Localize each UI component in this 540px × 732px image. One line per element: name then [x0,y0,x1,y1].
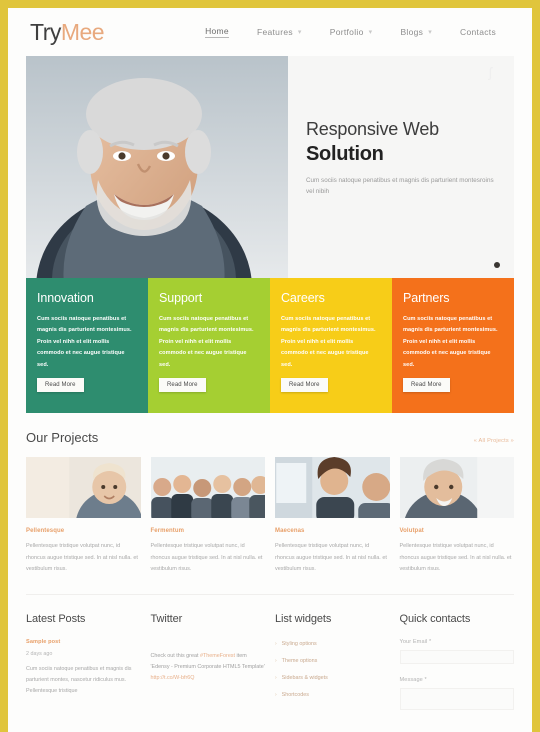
project-description: Pellentesque tristique volutpat nunc, id… [150,543,263,573]
hero-heading-bold: Solution [306,142,384,165]
hero-paragraph: Cum sociis natoque penatibus et magnis d… [306,176,494,196]
feature-title: Support [159,291,203,305]
tweet-hashtag[interactable]: #ThemeForest [200,653,235,659]
project-thumbnail[interactable] [150,457,265,518]
hero-photo [26,56,288,278]
main-navigation: Home Features ▾ Portfolio ▾ Blogs ▾ Cont… [191,26,510,38]
nav-item-home[interactable]: Home [191,26,243,38]
feature-card-innovation: Innovation Cum sociis natoque penatibus … [26,278,148,413]
list-item-label: Styling options [281,640,317,647]
read-more-button[interactable]: Read More [403,378,450,392]
logo-text-primary: Try [30,18,61,45]
project-thumbnail[interactable] [399,457,514,518]
project-title: Pellentesque [26,528,65,534]
email-field-label: Your Email * [399,638,432,645]
tweet-item: Check out this great #ThemeForest item '… [151,639,266,684]
nav-label: Features [256,27,293,37]
feature-title: Partners [403,291,450,305]
footer-column-quick-contacts: Quick contacts Your Email * Message * [399,612,514,723]
arrow-right-icon: › [275,640,277,647]
email-field[interactable] [399,649,514,664]
list-item-label: Shortcodes [281,691,309,698]
projects-grid: Pellentesque Pellentesque tristique volu… [26,457,514,576]
nav-item-features[interactable]: Features ▾ [243,27,316,37]
hero-heading-light: Responsive Web [306,119,439,139]
hero-text-block: Responsive Web Solution Cum sociis natoq… [306,118,514,198]
project-description: Pellentesque tristique volutpat nunc, id… [275,543,387,573]
slider-pagination-dot[interactable] [494,262,500,268]
feature-card-partners: Partners Cum sociis natoque penatibus et… [392,278,514,413]
footer-column-list-widgets: List widgets › Styling options › Theme o… [275,613,390,723]
list-item[interactable]: › Sidebars & widgets [275,675,390,692]
project-card[interactable]: Pellentesque Pellentesque tristique volu… [26,457,141,576]
site-header: TryMee Home Features ▾ Portfolio ▾ Blogs… [8,8,532,56]
project-card[interactable]: Maecenas Pellentesque tristique volutpat… [275,457,390,576]
nav-item-contacts[interactable]: Contacts [446,27,510,37]
read-more-button[interactable]: Read More [281,378,328,392]
nav-item-portfolio[interactable]: Portfolio ▾ [316,27,387,37]
project-title: Volutpat [399,528,424,534]
feature-text: Cum sociis natoque penatibus et magnis d… [37,316,132,368]
footer-heading-twitter: Twitter [150,612,183,625]
project-title: Maecenas [275,528,305,534]
tweet-link[interactable]: http://t.co/W-bfr6Q [151,675,195,681]
project-card[interactable]: Fermentum Pellentesque tristique volutpa… [150,457,265,576]
project-description: Pellentesque tristique volutpat nunc, id… [399,543,512,573]
chevron-down-icon: ▾ [428,29,433,36]
latest-post-title[interactable]: Sample post [26,639,141,645]
footer-heading-list-widgets: List widgets [275,612,332,625]
projects-header: Our Projects « All Projects » [26,430,514,457]
project-description: Pellentesque tristique volutpat nunc, id… [26,543,138,573]
list-item[interactable]: › Shortcodes [275,692,390,709]
slider-decoration-icon: ʃ [488,64,492,80]
nav-label: Contacts [460,27,496,37]
feature-title: Careers [281,291,325,305]
latest-post-meta: 2 days ago [26,650,53,657]
feature-title: Innovation [37,291,94,305]
footer-column-latest-posts: Latest Posts Sample post 2 days ago Cum … [26,613,141,723]
nav-label: Portfolio [329,27,364,37]
latest-post-body: Cum sociis natoque penatibus et magnis d… [26,665,132,694]
message-field[interactable] [399,687,514,710]
read-more-button[interactable]: Read More [159,378,206,392]
list-item[interactable]: › Theme options [275,658,390,675]
projects-section: Our Projects « All Projects » Pellentesq… [26,413,514,576]
list-item[interactable]: › Styling options [275,641,390,658]
read-more-button[interactable]: Read More [37,378,84,392]
list-item-label: Sidebars & widgets [281,674,328,681]
page-container: TryMee Home Features ▾ Portfolio ▾ Blogs… [8,8,532,732]
message-field-label: Message * [399,676,427,683]
project-thumbnail[interactable] [26,457,141,518]
nav-item-blogs[interactable]: Blogs ▾ [386,27,446,37]
feature-card-careers: Careers Cum sociis natoque penatibus et … [270,278,392,413]
site-logo[interactable]: TryMee [30,18,105,46]
arrow-right-icon: › [275,691,277,698]
project-thumbnail[interactable] [275,457,390,518]
list-widget-items: › Styling options › Theme options › Side… [275,639,390,709]
chevron-down-icon: ▾ [368,29,373,36]
feature-text: Cum sociis natoque penatibus et magnis d… [281,316,376,368]
tweet-text-pre: Check out this great [150,652,199,659]
chevron-down-icon: ▾ [297,29,302,36]
nav-label: Home [205,26,229,38]
list-item-label: Theme options [281,657,318,664]
arrow-right-icon: › [275,657,277,664]
hero-slider: ʃ Responsive Web Solution Cum sociis nat… [26,56,514,278]
feature-card-support: Support Cum sociis natoque penatibus et … [148,278,270,413]
project-title: Fermentum [150,528,185,534]
arrow-right-icon: › [275,674,277,681]
nav-label: Blogs [400,27,424,37]
all-projects-link[interactable]: « All Projects » [474,438,514,444]
footer-heading-quick-contacts: Quick contacts [399,612,471,625]
feature-columns: Innovation Cum sociis natoque penatibus … [26,278,514,413]
feature-text: Cum sociis natoque penatibus et magnis d… [159,316,254,368]
project-card[interactable]: Volutpat Pellentesque tristique volutpat… [399,457,514,576]
footer-column-twitter: Twitter Check out this great #ThemeFores… [151,613,266,723]
logo-text-accent: Mee [60,18,105,45]
footer-widgets: Latest Posts Sample post 2 days ago Cum … [26,593,514,723]
feature-text: Cum sociis natoque penatibus et magnis d… [403,316,498,368]
footer-heading-latest-posts: Latest Posts [26,612,86,625]
projects-heading: Our Projects [26,430,99,445]
